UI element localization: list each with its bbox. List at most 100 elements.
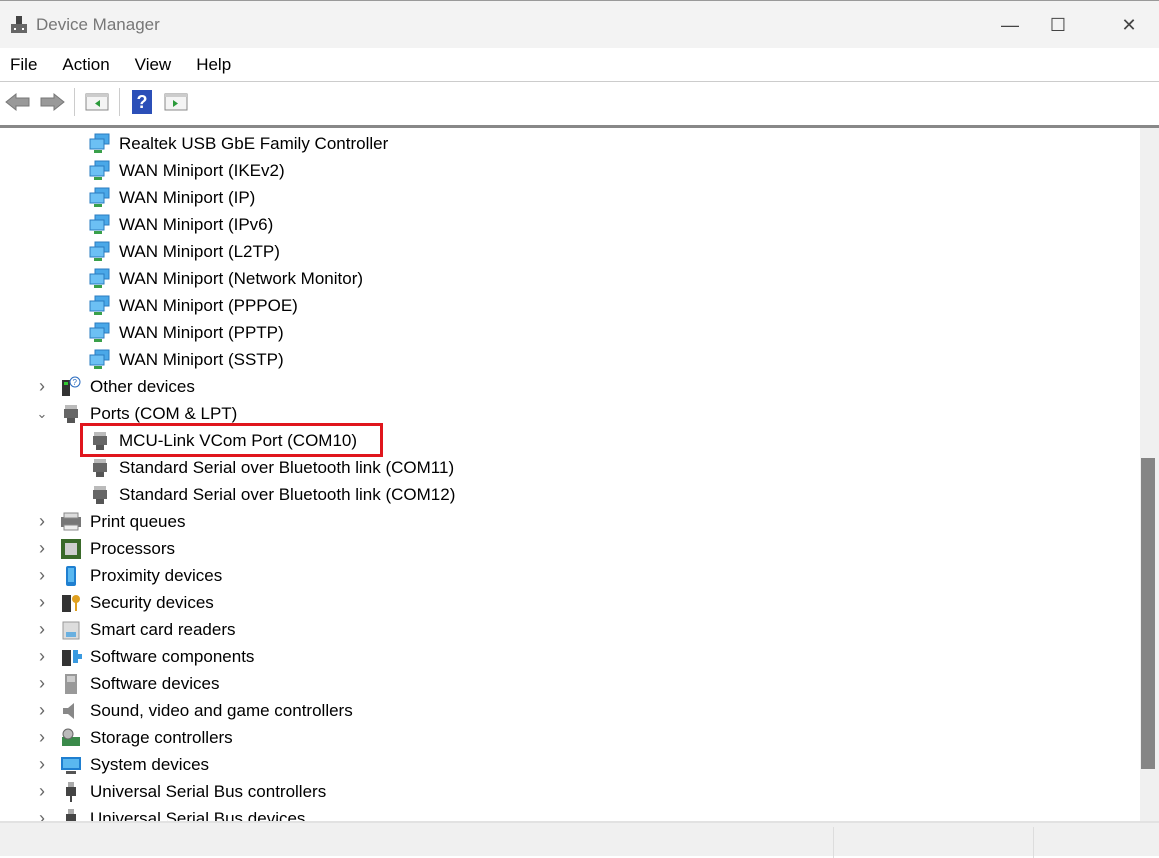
- tree-item-label: Security devices: [90, 592, 214, 612]
- chevron-right-icon[interactable]: ›: [35, 673, 49, 694]
- tree-category[interactable]: › Sound, video and game controllers: [39, 697, 353, 724]
- port-icon: [89, 457, 111, 479]
- port-icon: [89, 484, 111, 506]
- tree-device[interactable]: Realtek USB GbE Family Controller: [89, 130, 388, 157]
- tree-device[interactable]: WAN Miniport (IKEv2): [89, 157, 285, 184]
- tree-device[interactable]: Standard Serial over Bluetooth link (COM…: [89, 454, 454, 481]
- processor-icon: [60, 538, 82, 560]
- tree-item-label: Print queues: [90, 511, 186, 531]
- svg-text:?: ?: [73, 378, 78, 387]
- sound-icon: [60, 700, 82, 722]
- other-icon: ?: [60, 376, 82, 398]
- tree-category[interactable]: › Proximity devices: [39, 562, 222, 589]
- tree-item-label: WAN Miniport (SSTP): [119, 349, 284, 369]
- menu-help[interactable]: Help: [186, 55, 241, 75]
- tree-item-label: Smart card readers: [90, 619, 236, 639]
- chevron-right-icon[interactable]: ›: [35, 781, 49, 802]
- status-bar: [0, 821, 1159, 858]
- storage-icon: [60, 727, 82, 749]
- tree-item-label: Other devices: [90, 376, 195, 396]
- forward-button[interactable]: [38, 89, 66, 115]
- help-icon: ?: [132, 90, 152, 114]
- device-manager-icon: [9, 15, 29, 35]
- tree-category[interactable]: › Universal Serial Bus devices: [39, 805, 305, 821]
- tree-device[interactable]: WAN Miniport (Network Monitor): [89, 265, 363, 292]
- chevron-right-icon[interactable]: ›: [35, 619, 49, 640]
- menu-view[interactable]: View: [125, 55, 182, 75]
- system-icon: [60, 754, 82, 776]
- toolbar-separator: [74, 88, 75, 116]
- tree-item-label: WAN Miniport (PPTP): [119, 322, 284, 342]
- network-icon: [89, 133, 111, 155]
- chevron-right-icon[interactable]: ›: [35, 511, 49, 532]
- software-component-icon: [60, 646, 82, 668]
- tree-device[interactable]: Standard Serial over Bluetooth link (COM…: [89, 481, 455, 508]
- help-button[interactable]: ?: [128, 89, 156, 115]
- toolbar: ?: [0, 83, 1159, 121]
- menu-file[interactable]: File: [0, 55, 47, 75]
- network-icon: [89, 160, 111, 182]
- menu-action[interactable]: Action: [52, 55, 119, 75]
- network-icon: [89, 214, 111, 236]
- tree-category[interactable]: › Storage controllers: [39, 724, 233, 751]
- tree-item-label: WAN Miniport (IKEv2): [119, 160, 285, 180]
- tree-category[interactable]: › System devices: [39, 751, 209, 778]
- tree-item-label: Software devices: [90, 673, 220, 693]
- chevron-right-icon[interactable]: ›: [35, 538, 49, 559]
- chevron-right-icon[interactable]: ›: [35, 808, 49, 821]
- network-icon: [89, 295, 111, 317]
- tree-item-label: Ports (COM & LPT): [90, 403, 238, 423]
- scrollbar-thumb[interactable]: [1141, 458, 1155, 769]
- chevron-right-icon[interactable]: ›: [35, 727, 49, 748]
- tree-category[interactable]: › Software devices: [39, 670, 220, 697]
- tree-item-label: Standard Serial over Bluetooth link (COM…: [119, 457, 455, 477]
- tree-item-label: Standard Serial over Bluetooth link (COM…: [119, 484, 456, 504]
- toolbar-separator: [119, 88, 120, 116]
- tree-category[interactable]: ›? Other devices: [39, 373, 195, 400]
- status-divider: [833, 827, 834, 858]
- tree-device[interactable]: WAN Miniport (IP): [89, 184, 255, 211]
- chevron-right-icon[interactable]: ›: [35, 700, 49, 721]
- port-icon: [60, 403, 82, 425]
- smartcard-icon: [60, 619, 82, 641]
- show-hide-console-tree-button[interactable]: [83, 89, 111, 115]
- console-tree-icon: [85, 93, 109, 111]
- chevron-down-icon[interactable]: ⌄: [35, 406, 49, 422]
- show-hide-action-pane-button[interactable]: [162, 89, 190, 115]
- tree-category[interactable]: › Processors: [39, 535, 175, 562]
- tree-device[interactable]: WAN Miniport (PPTP): [89, 319, 284, 346]
- proximity-icon: [60, 565, 82, 587]
- chevron-right-icon[interactable]: ›: [35, 565, 49, 586]
- tree-category[interactable]: › Security devices: [39, 589, 214, 616]
- tree-device[interactable]: WAN Miniport (L2TP): [89, 238, 280, 265]
- chevron-right-icon[interactable]: ›: [35, 754, 49, 775]
- network-icon: [89, 187, 111, 209]
- network-icon: [89, 322, 111, 344]
- menu-bar: File Action View Help: [0, 48, 1159, 82]
- back-button[interactable]: [4, 89, 32, 115]
- tree-item-label: WAN Miniport (PPPOE): [119, 295, 298, 315]
- tree-item-label: WAN Miniport (IP): [119, 187, 256, 207]
- usb-icon: [60, 808, 82, 821]
- usb-icon: [60, 781, 82, 803]
- tree-device[interactable]: WAN Miniport (PPPOE): [89, 292, 298, 319]
- security-icon: [60, 592, 82, 614]
- chevron-right-icon[interactable]: ›: [35, 646, 49, 667]
- close-button[interactable]: ✕: [1106, 9, 1152, 41]
- tree-item-label: Storage controllers: [90, 727, 233, 747]
- maximize-button[interactable]: ☐: [1035, 9, 1081, 41]
- tree-category[interactable]: › Print queues: [39, 508, 186, 535]
- tree-category[interactable]: › Universal Serial Bus controllers: [39, 778, 327, 805]
- chevron-right-icon[interactable]: ›: [35, 592, 49, 613]
- minimize-button[interactable]: —: [987, 9, 1033, 41]
- tree-device[interactable]: WAN Miniport (SSTP): [89, 346, 284, 373]
- tree-device[interactable]: WAN Miniport (IPv6): [89, 211, 273, 238]
- tree-item-label: WAN Miniport (L2TP): [119, 241, 280, 261]
- tree-item-label: WAN Miniport (IPv6): [119, 214, 274, 234]
- tree-category[interactable]: › Smart card readers: [39, 616, 236, 643]
- tree-category[interactable]: › Software components: [39, 643, 254, 670]
- tree-item-label: WAN Miniport (Network Monitor): [119, 268, 364, 288]
- highlight-box: [80, 423, 383, 457]
- chevron-right-icon[interactable]: ›: [35, 376, 49, 397]
- tree-item-label: Universal Serial Bus controllers: [90, 781, 327, 801]
